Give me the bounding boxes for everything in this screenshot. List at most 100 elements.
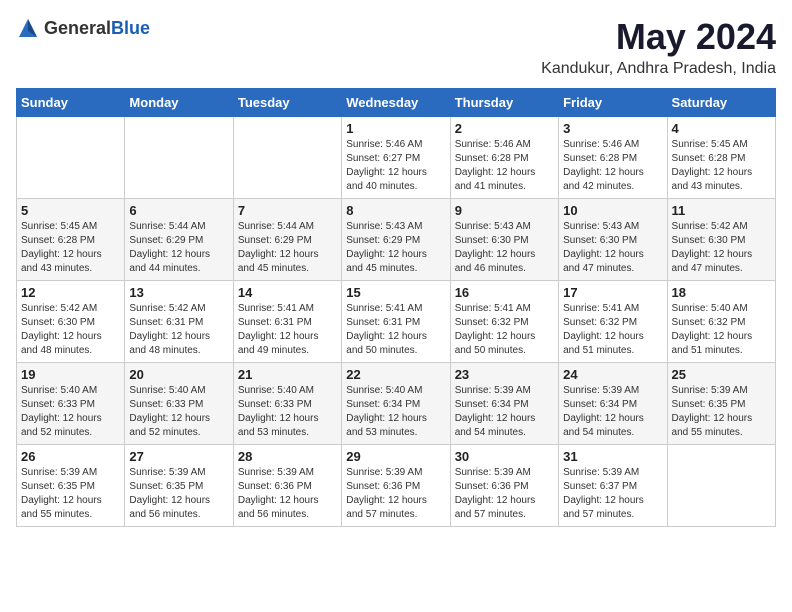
day-info: Sunrise: 5:45 AMSunset: 6:28 PMDaylight:… bbox=[672, 138, 771, 194]
day-of-week-header: Monday bbox=[125, 89, 233, 117]
day-info: Sunrise: 5:42 AMSunset: 6:30 PMDaylight:… bbox=[672, 220, 771, 276]
calendar-cell bbox=[667, 445, 775, 527]
calendar-cell: 12Sunrise: 5:42 AMSunset: 6:30 PMDayligh… bbox=[17, 281, 125, 363]
calendar-cell: 6 Sunrise: 5:44 AMSunset: 6:29 PMDaylight… bbox=[125, 199, 233, 281]
day-of-week-header: Sunday bbox=[17, 89, 125, 117]
day-of-week-header: Wednesday bbox=[342, 89, 450, 117]
day-info: Sunrise: 5:40 AMSunset: 6:33 PMDaylight:… bbox=[238, 384, 337, 440]
day-info: Sunrise: 5:44 AMSunset: 6:29 PMDaylight:… bbox=[129, 220, 228, 276]
day-info: Sunrise: 5:46 AMSunset: 6:28 PMDaylight:… bbox=[563, 138, 662, 194]
day-info: Sunrise: 5:41 AMSunset: 6:31 PMDaylight:… bbox=[346, 302, 445, 358]
day-number: 12 bbox=[21, 285, 120, 300]
calendar-cell: 2 Sunrise: 5:46 AMSunset: 6:28 PMDaylight… bbox=[450, 117, 558, 199]
header: GeneralBlue May 2024 Kandukur, Andhra Pr… bbox=[16, 16, 776, 78]
day-info: Sunrise: 5:40 AMSunset: 6:34 PMDaylight:… bbox=[346, 384, 445, 440]
calendar-table: SundayMondayTuesdayWednesdayThursdayFrid… bbox=[16, 88, 776, 527]
calendar-cell: 25 Sunrise: 5:39 AMSunset: 6:35 PMDayligh… bbox=[667, 363, 775, 445]
day-number: 10 bbox=[563, 203, 662, 218]
day-info: Sunrise: 5:39 AMSunset: 6:36 PMDaylight:… bbox=[346, 466, 445, 522]
calendar-cell: 1Sunrise: 5:46 AMSunset: 6:27 PMDaylight… bbox=[342, 117, 450, 199]
day-number: 25 bbox=[672, 367, 771, 382]
day-info: Sunrise: 5:39 AMSunset: 6:34 PMDaylight:… bbox=[455, 384, 554, 440]
day-info: Sunrise: 5:39 AMSunset: 6:36 PMDaylight:… bbox=[238, 466, 337, 522]
calendar-cell bbox=[233, 117, 341, 199]
calendar-cell: 14Sunrise: 5:41 AMSunset: 6:31 PMDayligh… bbox=[233, 281, 341, 363]
day-number: 27 bbox=[129, 449, 228, 464]
day-info: Sunrise: 5:42 AMSunset: 6:31 PMDaylight:… bbox=[129, 302, 228, 358]
calendar-cell: 28 Sunrise: 5:39 AMSunset: 6:36 PMDayligh… bbox=[233, 445, 341, 527]
day-info: Sunrise: 5:41 AMSunset: 6:32 PMDaylight:… bbox=[563, 302, 662, 358]
logo-text-general: General bbox=[44, 18, 111, 38]
day-info: Sunrise: 5:41 AMSunset: 6:32 PMDaylight:… bbox=[455, 302, 554, 358]
calendar-cell: 21 Sunrise: 5:40 AMSunset: 6:33 PMDayligh… bbox=[233, 363, 341, 445]
logo-icon bbox=[16, 16, 40, 40]
calendar-week-row: 19 Sunrise: 5:40 AMSunset: 6:33 PMDayligh… bbox=[17, 363, 776, 445]
calendar-cell: 3Sunrise: 5:46 AMSunset: 6:28 PMDaylight… bbox=[559, 117, 667, 199]
day-number: 24 bbox=[563, 367, 662, 382]
calendar-cell: 29Sunrise: 5:39 AMSunset: 6:36 PMDayligh… bbox=[342, 445, 450, 527]
calendar-cell: 23 Sunrise: 5:39 AMSunset: 6:34 PMDayligh… bbox=[450, 363, 558, 445]
calendar-cell bbox=[17, 117, 125, 199]
day-info: Sunrise: 5:46 AMSunset: 6:27 PMDaylight:… bbox=[346, 138, 445, 194]
day-info: Sunrise: 5:46 AMSunset: 6:28 PMDaylight:… bbox=[455, 138, 554, 194]
day-info: Sunrise: 5:39 AMSunset: 6:35 PMDaylight:… bbox=[21, 466, 120, 522]
calendar-cell: 16 Sunrise: 5:41 AMSunset: 6:32 PMDayligh… bbox=[450, 281, 558, 363]
day-info: Sunrise: 5:43 AMSunset: 6:29 PMDaylight:… bbox=[346, 220, 445, 276]
day-number: 15 bbox=[346, 285, 445, 300]
day-number: 11 bbox=[672, 203, 771, 218]
logo-text-blue: Blue bbox=[111, 18, 150, 38]
day-number: 31 bbox=[563, 449, 662, 464]
day-number: 14 bbox=[238, 285, 337, 300]
days-of-week-row: SundayMondayTuesdayWednesdayThursdayFrid… bbox=[17, 89, 776, 117]
day-number: 21 bbox=[238, 367, 337, 382]
day-info: Sunrise: 5:45 AMSunset: 6:28 PMDaylight:… bbox=[21, 220, 120, 276]
calendar-cell: 15 Sunrise: 5:41 AMSunset: 6:31 PMDayligh… bbox=[342, 281, 450, 363]
day-number: 16 bbox=[455, 285, 554, 300]
day-number: 8 bbox=[346, 203, 445, 218]
day-number: 9 bbox=[455, 203, 554, 218]
day-number: 30 bbox=[455, 449, 554, 464]
day-info: Sunrise: 5:39 AMSunset: 6:35 PMDaylight:… bbox=[129, 466, 228, 522]
day-of-week-header: Saturday bbox=[667, 89, 775, 117]
calendar-cell: 31Sunrise: 5:39 AMSunset: 6:37 PMDayligh… bbox=[559, 445, 667, 527]
calendar-cell: 7Sunrise: 5:44 AMSunset: 6:29 PMDaylight… bbox=[233, 199, 341, 281]
calendar-cell: 4 Sunrise: 5:45 AMSunset: 6:28 PMDaylight… bbox=[667, 117, 775, 199]
calendar-cell: 27 Sunrise: 5:39 AMSunset: 6:35 PMDayligh… bbox=[125, 445, 233, 527]
calendar-cell: 19 Sunrise: 5:40 AMSunset: 6:33 PMDayligh… bbox=[17, 363, 125, 445]
day-number: 18 bbox=[672, 285, 771, 300]
day-number: 19 bbox=[21, 367, 120, 382]
day-of-week-header: Tuesday bbox=[233, 89, 341, 117]
day-number: 5 bbox=[21, 203, 120, 218]
day-info: Sunrise: 5:39 AMSunset: 6:35 PMDaylight:… bbox=[672, 384, 771, 440]
day-number: 7 bbox=[238, 203, 337, 218]
calendar-cell: 8 Sunrise: 5:43 AMSunset: 6:29 PMDaylight… bbox=[342, 199, 450, 281]
day-info: Sunrise: 5:40 AMSunset: 6:33 PMDaylight:… bbox=[21, 384, 120, 440]
calendar-cell: 11 Sunrise: 5:42 AMSunset: 6:30 PMDayligh… bbox=[667, 199, 775, 281]
day-number: 22 bbox=[346, 367, 445, 382]
day-number: 28 bbox=[238, 449, 337, 464]
day-number: 6 bbox=[129, 203, 228, 218]
calendar-cell: 13Sunrise: 5:42 AMSunset: 6:31 PMDayligh… bbox=[125, 281, 233, 363]
calendar-cell: 18 Sunrise: 5:40 AMSunset: 6:32 PMDayligh… bbox=[667, 281, 775, 363]
calendar-subtitle: Kandukur, Andhra Pradesh, India bbox=[541, 60, 776, 78]
calendar-cell: 26 Sunrise: 5:39 AMSunset: 6:35 PMDayligh… bbox=[17, 445, 125, 527]
day-of-week-header: Friday bbox=[559, 89, 667, 117]
calendar-week-row: 5 Sunrise: 5:45 AMSunset: 6:28 PMDaylight… bbox=[17, 199, 776, 281]
day-number: 20 bbox=[129, 367, 228, 382]
day-number: 2 bbox=[455, 121, 554, 136]
day-number: 23 bbox=[455, 367, 554, 382]
calendar-cell bbox=[125, 117, 233, 199]
day-info: Sunrise: 5:40 AMSunset: 6:32 PMDaylight:… bbox=[672, 302, 771, 358]
title-area: May 2024 Kandukur, Andhra Pradesh, India bbox=[541, 16, 776, 78]
day-number: 26 bbox=[21, 449, 120, 464]
calendar-week-row: 1Sunrise: 5:46 AMSunset: 6:27 PMDaylight… bbox=[17, 117, 776, 199]
calendar-cell: 10 Sunrise: 5:43 AMSunset: 6:30 PMDayligh… bbox=[559, 199, 667, 281]
calendar-cell: 5 Sunrise: 5:45 AMSunset: 6:28 PMDaylight… bbox=[17, 199, 125, 281]
calendar-cell: 30Sunrise: 5:39 AMSunset: 6:36 PMDayligh… bbox=[450, 445, 558, 527]
calendar-cell: 22 Sunrise: 5:40 AMSunset: 6:34 PMDayligh… bbox=[342, 363, 450, 445]
logo: GeneralBlue bbox=[16, 16, 150, 40]
day-number: 4 bbox=[672, 121, 771, 136]
day-info: Sunrise: 5:43 AMSunset: 6:30 PMDaylight:… bbox=[563, 220, 662, 276]
calendar-cell: 20Sunrise: 5:40 AMSunset: 6:33 PMDayligh… bbox=[125, 363, 233, 445]
day-of-week-header: Thursday bbox=[450, 89, 558, 117]
